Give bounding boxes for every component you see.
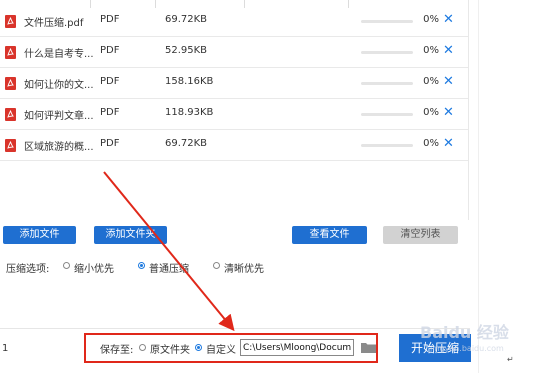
radio-clear[interactable] bbox=[213, 262, 220, 269]
radio-custom[interactable] bbox=[195, 344, 202, 351]
pdf-icon bbox=[5, 15, 16, 28]
option-custom-label[interactable]: 自定义 bbox=[206, 341, 236, 356]
remove-file-icon[interactable]: ✕ bbox=[443, 43, 454, 58]
compression-options: 压缩选项: 缩小优先 普通压缩 清晰优先 bbox=[0, 258, 300, 275]
file-row[interactable]: 什么是自考专... PDF 52.95KB 0% ✕ bbox=[0, 37, 468, 68]
option-clear-label[interactable]: 清晰优先 bbox=[224, 260, 264, 275]
add-folder-button[interactable]: 添加文件夹 bbox=[94, 226, 167, 244]
file-size: 158.16KB bbox=[165, 76, 214, 87]
radio-smaller[interactable] bbox=[63, 262, 70, 269]
remove-file-icon[interactable]: ✕ bbox=[443, 74, 454, 89]
divider bbox=[478, 0, 479, 373]
option-smaller-label[interactable]: 缩小优先 bbox=[74, 260, 114, 275]
file-type: PDF bbox=[100, 14, 120, 25]
file-type: PDF bbox=[100, 45, 120, 56]
save-label: 保存至: bbox=[100, 345, 134, 356]
file-size: 52.95KB bbox=[165, 45, 208, 56]
file-name: 什么是自考专... bbox=[24, 49, 94, 60]
file-name: 文件压缩.pdf bbox=[24, 18, 84, 29]
radio-normal[interactable] bbox=[138, 262, 145, 269]
progress-bar bbox=[361, 82, 413, 85]
compression-label: 压缩选项: bbox=[6, 264, 50, 275]
file-size: 69.72KB bbox=[165, 138, 208, 149]
file-type: PDF bbox=[100, 107, 120, 118]
file-name: 区域旅游的概... bbox=[24, 142, 94, 153]
file-type: PDF bbox=[100, 76, 120, 87]
progress-bar bbox=[361, 113, 413, 116]
pdf-icon bbox=[5, 139, 16, 152]
progress-percent: 0% bbox=[423, 107, 439, 118]
radio-original-folder[interactable] bbox=[139, 344, 146, 351]
file-type: PDF bbox=[100, 138, 120, 149]
pdf-icon bbox=[5, 77, 16, 90]
clear-list-button[interactable]: 清空列表 bbox=[383, 226, 458, 244]
add-file-button[interactable]: 添加文件 bbox=[3, 226, 76, 244]
save-path-input[interactable] bbox=[240, 339, 354, 356]
progress-percent: 0% bbox=[423, 45, 439, 56]
view-file-button[interactable]: 查看文件 bbox=[292, 226, 367, 244]
progress-percent: 0% bbox=[423, 138, 439, 149]
progress-bar bbox=[361, 144, 413, 147]
option-original-folder-label[interactable]: 原文件夹 bbox=[150, 341, 190, 356]
progress-percent: 0% bbox=[423, 76, 439, 87]
remove-file-icon[interactable]: ✕ bbox=[443, 105, 454, 120]
file-row[interactable]: 文件压缩.pdf PDF 69.72KB 0% ✕ bbox=[0, 6, 468, 37]
return-mark: ↵ bbox=[507, 355, 514, 364]
file-name: 如何评判文章... bbox=[24, 111, 94, 122]
divider bbox=[0, 328, 470, 329]
file-size: 118.93KB bbox=[165, 107, 214, 118]
remove-file-icon[interactable]: ✕ bbox=[443, 12, 454, 27]
progress-bar bbox=[361, 20, 413, 23]
folder-icon[interactable] bbox=[361, 342, 376, 353]
file-name: 如何让你的文... bbox=[24, 80, 94, 91]
progress-bar bbox=[361, 51, 413, 54]
remove-file-icon[interactable]: ✕ bbox=[443, 136, 454, 151]
file-row[interactable]: 区域旅游的概... PDF 69.72KB 0% ✕ bbox=[0, 130, 468, 161]
progress-percent: 0% bbox=[423, 14, 439, 25]
file-size: 69.72KB bbox=[165, 14, 208, 25]
file-count: 1 bbox=[2, 343, 9, 354]
file-row[interactable]: 如何评判文章... PDF 118.93KB 0% ✕ bbox=[0, 99, 468, 130]
pdf-icon bbox=[5, 108, 16, 121]
start-compress-button[interactable]: 开始压缩 bbox=[399, 334, 471, 362]
pdf-icon bbox=[5, 46, 16, 59]
option-normal-label[interactable]: 普通压缩 bbox=[149, 260, 189, 275]
file-row[interactable]: 如何让你的文... PDF 158.16KB 0% ✕ bbox=[0, 68, 468, 99]
